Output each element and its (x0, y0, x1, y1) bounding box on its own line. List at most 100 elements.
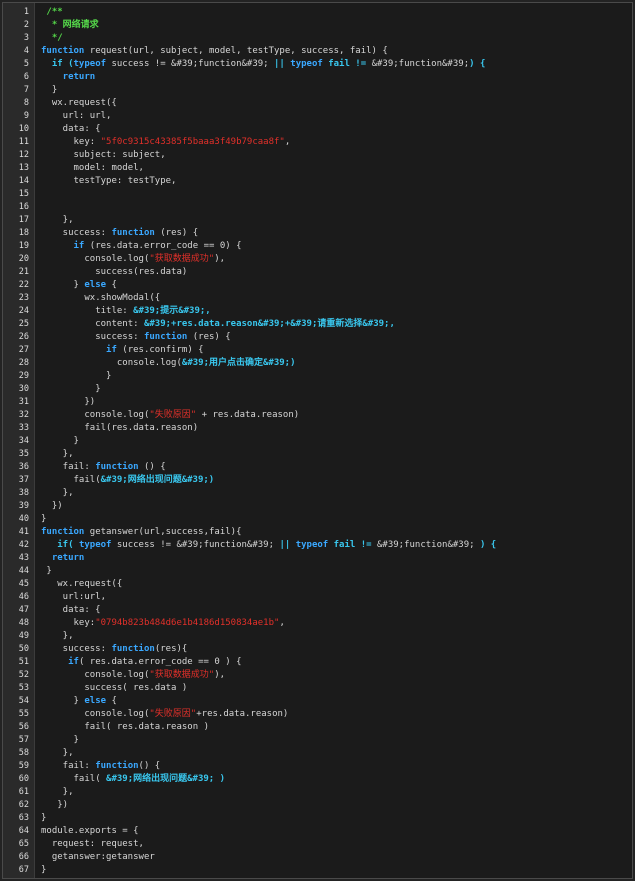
token-plain: fail( (73, 475, 101, 485)
code-text: } (46, 565, 51, 578)
code-text: } (41, 864, 46, 877)
line-number: 65 (18, 839, 29, 849)
token-plain: } (41, 865, 47, 875)
code-text: console.log("失败原因"+res.data.reason) (84, 708, 288, 721)
line-number: 15 (18, 189, 29, 199)
line-number: 1 (23, 7, 29, 17)
token-plain: data: { (62, 124, 101, 134)
code-text: success( res.data ) (84, 682, 187, 695)
code-text: model: model, (74, 162, 144, 175)
token-plain: fail( res.data.reason ) (84, 722, 209, 732)
token-plain: success( res.data ) (84, 683, 188, 693)
line-number: 11 (18, 137, 29, 147)
token-plain: }, (62, 748, 74, 758)
line-number: 41 (18, 527, 29, 537)
code-line: 60 fail( &#39;网络出现问题&#39; ) (3, 773, 632, 786)
line-number: 40 (18, 514, 29, 524)
code-text: } (41, 513, 46, 526)
code-text: wx.request({ (57, 578, 122, 591)
code-area[interactable]: 1/** 2 * 网络请求 3 */4 function request(url, s… (3, 6, 632, 877)
code-text: }) (52, 500, 63, 513)
token-plain: }, (62, 449, 74, 459)
line-number: 57 (18, 735, 29, 745)
code-text: }) (57, 799, 68, 812)
line-number: 23 (18, 293, 29, 303)
token-kw: function (41, 527, 85, 537)
code-text: url: url, (63, 110, 112, 123)
token-plain: success: (62, 228, 112, 238)
line-number: 22 (18, 280, 29, 290)
token-kw: return (51, 553, 85, 563)
line-number: 38 (18, 488, 29, 498)
code-text: console.log(&#39;用户点击确定&#39;) (117, 357, 296, 370)
code-text: } (106, 370, 111, 383)
code-editor[interactable]: 1/** 2 * 网络请求 3 */4 function request(url, s… (2, 2, 633, 879)
token-ent: if ( (51, 59, 74, 69)
token-plain: } (73, 436, 79, 446)
code-line: 12 subject: subject, (3, 149, 632, 162)
line-number: 34 (18, 436, 29, 446)
code-text: if (res.data.error_code == 0) { (74, 240, 242, 253)
line-number: 19 (18, 241, 29, 251)
code-line: 57} (3, 734, 632, 747)
line-number: 62 (18, 800, 29, 810)
code-line: 19 if (res.data.error_code == 0) { (3, 240, 632, 253)
token-str: "获取数据成功" (149, 254, 215, 264)
code-line: 27 if (res.confirm) { (3, 344, 632, 357)
code-line: 66 getanswer:getanswer (3, 851, 632, 864)
token-plain: , (279, 618, 285, 628)
token-plain: }, (62, 215, 74, 225)
code-text: subject: subject, (74, 149, 166, 162)
code-line: 9 url: url, (3, 110, 632, 123)
code-line: 11 key: "5f0c9315c43385f5baaa3f49b79caa8f… (3, 136, 632, 149)
line-number: 18 (18, 228, 29, 238)
code-text: fail(res.data.reason) (84, 422, 198, 435)
code-line: 32 console.log("失败原因" + res.data.reason) (3, 409, 632, 422)
code-text: }) (84, 396, 95, 409)
token-plain: } (41, 813, 47, 823)
line-number: 64 (18, 826, 29, 836)
token-plain: (res) { (154, 228, 199, 238)
code-line: 25 content: &#39;+res.data.reason&#39;+&#… (3, 318, 632, 331)
token-kw: typeof (73, 59, 107, 69)
token-cmt: /** (46, 7, 63, 17)
code-text: getanswer:getanswer (52, 851, 155, 864)
token-plain: success: (95, 332, 144, 342)
code-text: fail: function() { (63, 760, 161, 773)
code-text: }, (63, 747, 74, 760)
code-line: 58}, (3, 747, 632, 760)
token-str: "失败原因" (149, 709, 197, 719)
token-plain: (res){ (154, 644, 188, 654)
token-ent: ) { (469, 59, 486, 69)
code-line: 4 function request(url, subject, model, t… (3, 45, 632, 58)
token-plain: model: model, (73, 163, 144, 173)
token-plain: console.log( (84, 709, 150, 719)
token-ent: || (279, 540, 296, 550)
token-plain: ), (214, 670, 226, 680)
code-line: 67} (3, 864, 632, 877)
token-cmt: */ (46, 33, 63, 43)
code-text: */ (46, 32, 63, 45)
line-number: 49 (18, 631, 29, 641)
code-line: 52 console.log("获取数据成功"), (3, 669, 632, 682)
code-line: 6 return (3, 71, 632, 84)
token-plain: fail( (73, 774, 107, 784)
token-str: "失败原因" (149, 410, 197, 420)
code-line: 64 module.exports = { (3, 825, 632, 838)
code-text: title: &#39;提示&#39;, (95, 305, 211, 318)
line-number: 43 (18, 553, 29, 563)
code-text: request: request, (52, 838, 144, 851)
token-plain: } (106, 371, 112, 381)
line-number: 21 (18, 267, 29, 277)
line-number: 8 (23, 98, 29, 108)
code-line: 30} (3, 383, 632, 396)
code-line: 65 request: request, (3, 838, 632, 851)
code-line: 47 data: { (3, 604, 632, 617)
line-number: 67 (18, 865, 29, 875)
code-text: * 网络请求 (46, 19, 99, 32)
token-plain: ( res.data.error_code == 0 ) { (78, 657, 242, 667)
code-line: 42 if( typeof success != &#39;function&#3… (3, 539, 632, 552)
code-line: 40} (3, 513, 632, 526)
code-line: 7} (3, 84, 632, 97)
code-text: testType: testType, (74, 175, 177, 188)
